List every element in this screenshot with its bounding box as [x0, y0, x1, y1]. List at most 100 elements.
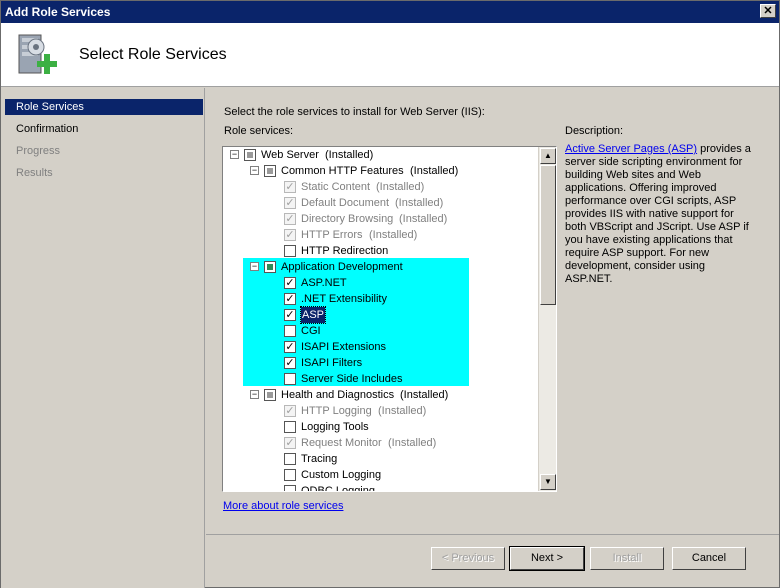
tree-item[interactable]: Custom Logging [223, 467, 533, 483]
checkbox: ✓ [284, 197, 296, 209]
checkbox[interactable]: ✓ [284, 341, 296, 353]
nav-item-role-services[interactable]: Role Services [5, 99, 203, 115]
tree-item-status: (Installed) [388, 437, 437, 449]
close-button[interactable]: ✕ [760, 4, 776, 18]
tree-item[interactable]: ✓ ASP.NET [223, 275, 533, 291]
tree-item-status: (Installed) [378, 405, 427, 417]
tree-item-label: Tracing [301, 453, 338, 465]
checkbox: ✓ [284, 213, 296, 225]
tree-item[interactable]: ✓ Directory Browsing (Installed) [223, 211, 533, 227]
role-services-label: Role services: [224, 125, 294, 137]
more-about-role-services-link[interactable]: More about role services [223, 500, 343, 512]
wizard-header: Select Role Services [1, 23, 779, 87]
page-title: Select Role Services [79, 46, 227, 63]
tree-item-label: ODBC Logging [301, 485, 375, 491]
checkbox[interactable] [284, 373, 296, 385]
tree-item-status: (Installed) [400, 389, 449, 401]
nav-item-progress: Progress [16, 145, 61, 157]
tree-item-label: Custom Logging [301, 469, 382, 481]
tree-item-status: (Installed) [399, 213, 448, 225]
tree-item-status: (Installed) [376, 181, 425, 193]
close-icon: ✕ [763, 5, 773, 17]
checkbox: ✓ [284, 229, 296, 241]
tree-item-status: (Installed) [325, 149, 374, 161]
description-text: Active Server Pages (ASP) provides a ser… [565, 143, 751, 286]
checkbox: ✓ [284, 181, 296, 193]
checkbox[interactable] [284, 421, 296, 433]
arrow-down-icon: ▼ [544, 477, 552, 486]
asp-description-link[interactable]: Active Server Pages (ASP) [565, 143, 697, 155]
checkbox[interactable] [244, 149, 256, 161]
next-button[interactable]: Next > [509, 546, 585, 571]
tree-item-label: ISAPI Filters [301, 357, 363, 369]
tree-item[interactable]: ✓ HTTP Errors (Installed) [223, 227, 533, 243]
scroll-down-button[interactable]: ▼ [540, 474, 556, 490]
tree-item[interactable]: ✓ Request Monitor (Installed) [223, 435, 533, 451]
cancel-button[interactable]: Cancel [672, 547, 746, 570]
add-role-services-window: Add Role Services ✕ Select Role Services… [0, 0, 780, 588]
collapse-icon[interactable]: − [250, 262, 259, 271]
nav-item-results: Results [16, 167, 53, 179]
collapse-icon[interactable]: − [250, 166, 259, 175]
window-title: Add Role Services [5, 5, 111, 19]
tree-item[interactable]: ✓ Default Document (Installed) [223, 195, 533, 211]
tree-scrollbar[interactable]: ▲ ▼ [538, 147, 556, 491]
tree-item[interactable]: Logging Tools [223, 419, 533, 435]
checkbox[interactable]: ✓ [284, 277, 296, 289]
checkbox[interactable]: ✓ [284, 293, 296, 305]
tree-item[interactable]: − Common HTTP Features (Installed) [223, 163, 533, 179]
tree-item-label: ASP.NET [301, 277, 347, 289]
checkbox[interactable] [284, 453, 296, 465]
checkbox[interactable] [264, 389, 276, 401]
tree-item[interactable]: ✓ HTTP Logging (Installed) [223, 403, 533, 419]
tree-item-label: HTTP Logging [301, 405, 372, 417]
checkbox: ✓ [284, 437, 296, 449]
checkbox[interactable]: ✓ [284, 357, 296, 369]
checkbox[interactable] [284, 469, 296, 481]
collapse-icon[interactable]: − [230, 150, 239, 159]
tree-item-label: ASP [299, 306, 327, 324]
tree-item-status: (Installed) [369, 229, 418, 241]
server-add-icon [18, 34, 57, 74]
checkbox[interactable] [264, 165, 276, 177]
tree-item[interactable]: − Health and Diagnostics (Installed) [223, 387, 533, 403]
install-button[interactable]: Install [590, 547, 664, 570]
tree-item-label: Common HTTP Features [281, 165, 404, 177]
tree-item-label: Default Document [301, 197, 390, 209]
tree-item-status: (Installed) [395, 197, 444, 209]
tree-item[interactable]: HTTP Redirection [223, 243, 533, 259]
tree-item-label: Server Side Includes [301, 373, 403, 385]
tree-item-label: HTTP Errors [301, 229, 363, 241]
checkbox[interactable] [284, 325, 296, 337]
collapse-icon[interactable]: − [250, 390, 259, 399]
tree-item[interactable]: − Application Development [223, 259, 533, 275]
tree-item-label: Logging Tools [301, 421, 369, 433]
tree-item-label: CGI [301, 325, 321, 337]
scroll-thumb[interactable] [540, 165, 556, 305]
checkbox: ✓ [284, 405, 296, 417]
checkbox[interactable] [264, 261, 276, 273]
tree-item[interactable]: − Web Server (Installed) [223, 147, 533, 163]
tree-item[interactable]: CGI [223, 323, 533, 339]
scroll-up-button[interactable]: ▲ [540, 148, 556, 164]
tree-item[interactable]: Server Side Includes [223, 371, 533, 387]
tree-item[interactable]: ✓ .NET Extensibility [223, 291, 533, 307]
previous-button[interactable]: < Previous [431, 547, 505, 570]
tree-item[interactable]: ✓ ISAPI Extensions [223, 339, 533, 355]
tree-item-label: ISAPI Extensions [301, 341, 386, 353]
checkbox[interactable]: ✓ [284, 309, 296, 321]
tree-item[interactable]: ODBC Logging [223, 483, 533, 491]
tree-item[interactable]: ✓ ASP [223, 306, 533, 324]
title-bar[interactable]: Add Role Services ✕ [1, 1, 779, 23]
checkbox[interactable] [284, 485, 296, 491]
tree-item-label: Health and Diagnostics [281, 389, 395, 401]
tree-item[interactable]: Tracing [223, 451, 533, 467]
tree-item[interactable]: ✓ Static Content (Installed) [223, 179, 533, 195]
nav-item-confirmation[interactable]: Confirmation [5, 121, 203, 137]
tree-item-label: Application Development [281, 261, 403, 273]
wizard-navigation: Role Services Confirmation Progress Resu… [1, 88, 205, 588]
role-services-tree[interactable]: − Web Server (Installed) − Common HTTP Featu… [222, 146, 557, 492]
instruction-text: Select the role services to install for … [224, 106, 485, 118]
tree-item[interactable]: ✓ ISAPI Filters [223, 355, 533, 371]
checkbox[interactable] [284, 245, 296, 257]
